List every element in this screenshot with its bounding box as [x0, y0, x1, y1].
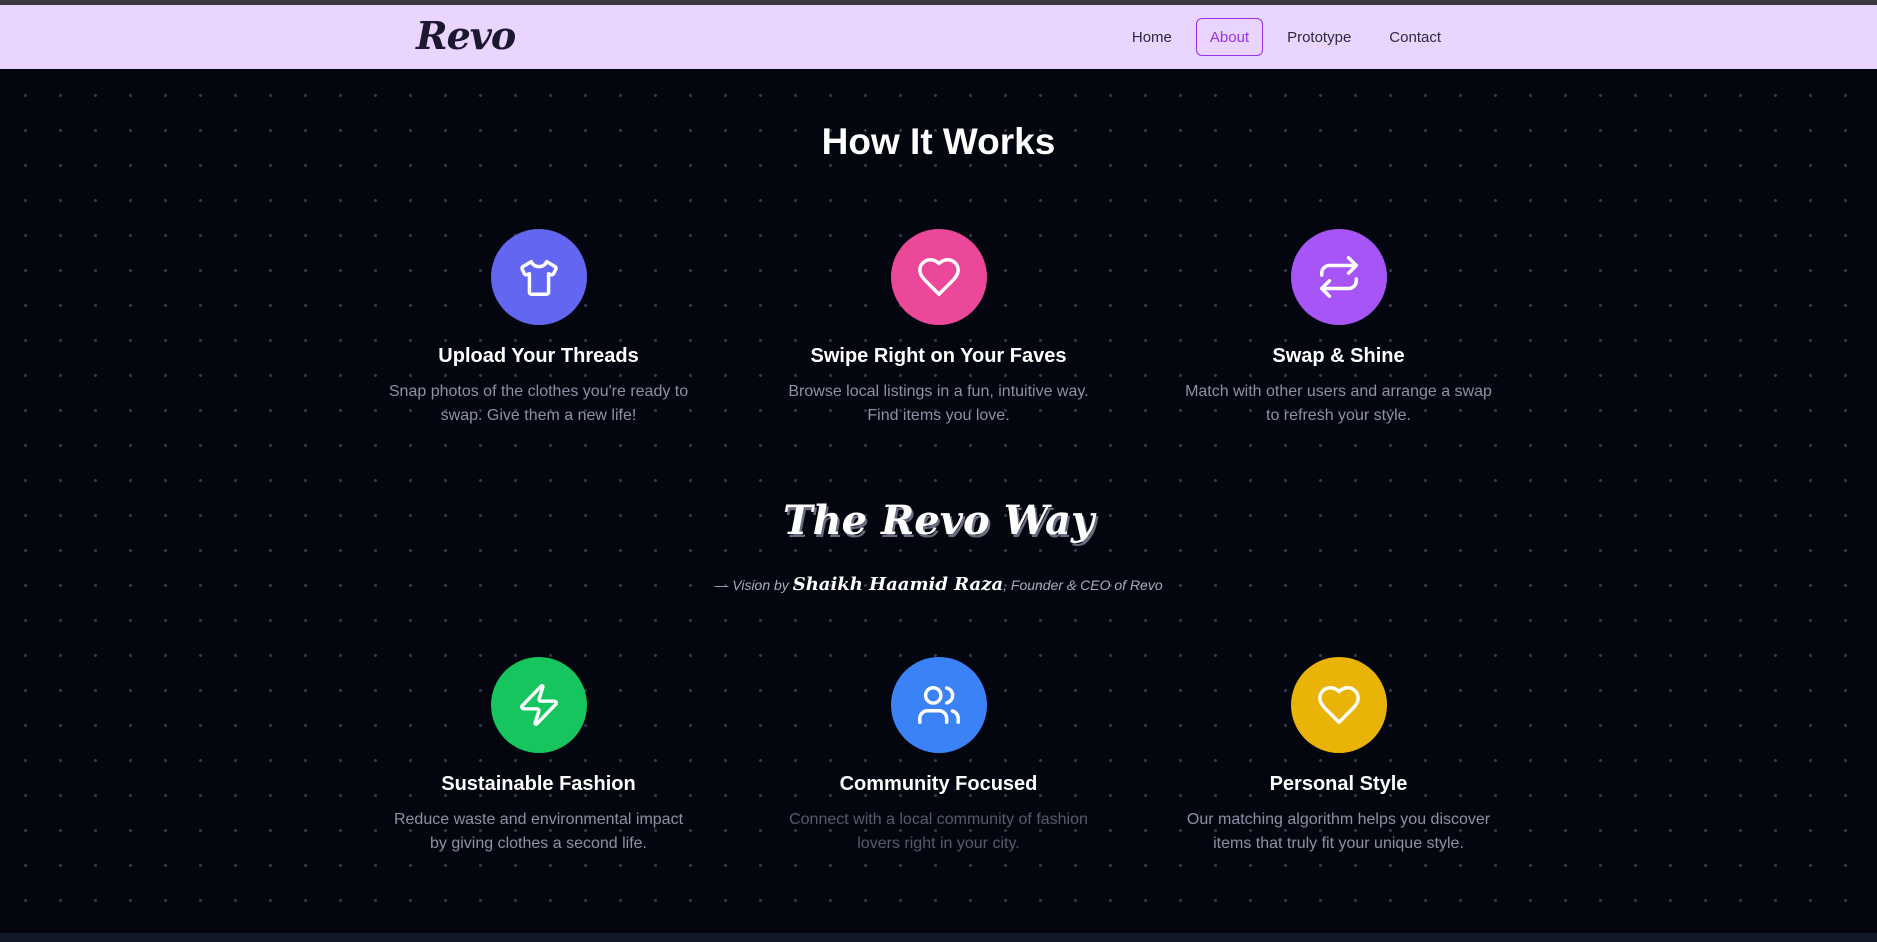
value-card-sustainable: Sustainable Fashion Reduce waste and env… — [339, 657, 739, 856]
value-title: Sustainable Fashion — [441, 773, 636, 795]
value-icon-circle — [490, 657, 587, 753]
how-it-works-heading: How It Works — [821, 121, 1056, 162]
value-card-community: Community Focused Connect with a local c… — [739, 657, 1139, 856]
step-icon-circle — [1290, 229, 1387, 325]
step-card-swap: Swap & Shine Match with other users and … — [1139, 229, 1539, 428]
step-title: Swipe Right on Your Faves — [810, 345, 1067, 367]
step-title: Upload Your Threads — [438, 345, 639, 367]
nav-prototype-link[interactable]: Prototype — [1273, 18, 1365, 56]
step-description: Snap photos of the clothes you're ready … — [388, 383, 689, 424]
value-description: Our matching algorithm helps you discove… — [1186, 811, 1491, 852]
nav-home-link[interactable]: Home — [1118, 18, 1186, 56]
vision-credit: — Vision by Shaikh Haamid Raza, Founder … — [0, 574, 1877, 595]
value-icon-circle — [1290, 657, 1387, 753]
value-title: Community Focused — [839, 773, 1038, 795]
vision-prefix: — Vision by — [714, 577, 793, 593]
repeat-icon — [1319, 256, 1358, 298]
value-title: Personal Style — [1269, 773, 1408, 795]
main-nav: Home About Prototype Contact — [1118, 18, 1455, 56]
nav-contact-link[interactable]: Contact — [1375, 18, 1455, 56]
revo-way-values: Sustainable Fashion Reduce waste and env… — [0, 657, 1877, 856]
step-card-swipe: Swipe Right on Your Faves Browse local l… — [739, 229, 1139, 428]
value-icon-circle — [890, 657, 987, 753]
step-card-upload: Upload Your Threads Snap photos of the c… — [339, 229, 739, 428]
revo-logo[interactable]: Revo — [416, 13, 516, 58]
lightning-icon — [519, 684, 558, 726]
revo-way-title: The Revo Way — [782, 497, 1095, 544]
step-icon-circle — [490, 229, 587, 325]
heart-icon — [1317, 686, 1360, 724]
value-card-personal-style: Personal Style Our matching algorithm he… — [1139, 657, 1539, 856]
step-description: Browse local listings in a fun, intuitiv… — [788, 383, 1089, 424]
step-description: Match with other users and arrange a swa… — [1185, 383, 1492, 424]
shirt-icon — [519, 259, 558, 296]
footer-strip — [0, 933, 1877, 942]
founder-name: Shaikh Haamid Raza — [792, 574, 1004, 595]
heart-icon — [917, 258, 960, 296]
step-title: Swap & Shine — [1272, 345, 1405, 367]
vision-suffix: , Founder & CEO of Revo — [1003, 577, 1163, 593]
nav-about-link[interactable]: About — [1195, 18, 1264, 56]
navbar: Revo Home About Prototype Contact — [0, 5, 1877, 69]
step-icon-circle — [890, 229, 987, 325]
how-it-works-steps: Upload Your Threads Snap photos of the c… — [0, 229, 1877, 428]
users-icon — [917, 686, 960, 724]
value-description: Connect with a local community of fashio… — [789, 811, 1088, 852]
value-description: Reduce waste and environmental impact by… — [393, 811, 684, 852]
